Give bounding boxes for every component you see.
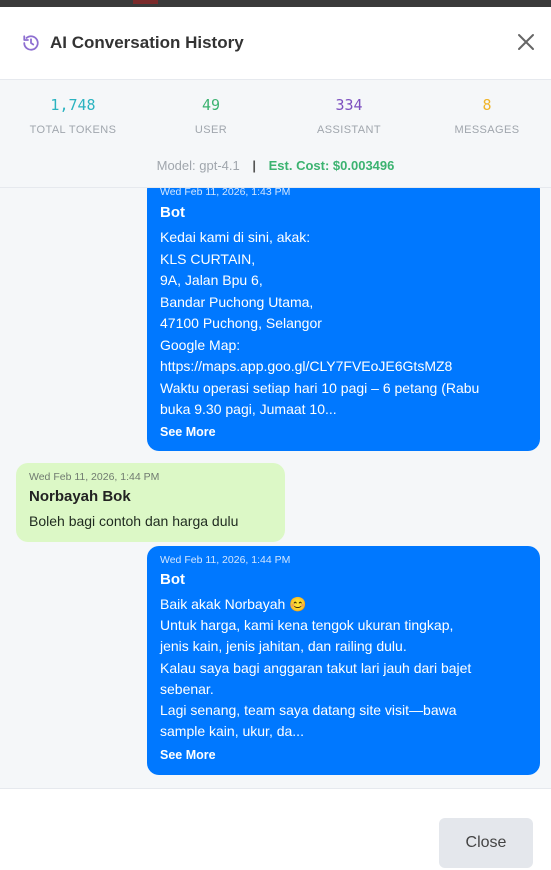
message-line: Untuk harga, kami kena tengok ukuran tin… <box>160 617 454 633</box>
message-line: https://maps.app.goo.gl/CLY7FVEoJE6GtsMZ… <box>160 358 453 374</box>
message-line: Google Map: <box>160 337 241 353</box>
token-stats-panel: 1,748 TOTAL TOKENS 49 USER 334 ASSISTANT… <box>0 80 551 188</box>
message-sender: Bot <box>160 571 185 588</box>
stat-value: 8 <box>482 96 492 114</box>
message-line: Lagi senang, team saya datang site visit… <box>160 702 457 718</box>
stat-messages: 8 MESSAGES <box>418 94 551 136</box>
stat-label: TOTAL TOKENS <box>29 124 117 136</box>
estimated-cost: Est. Cost: $0.003496 <box>268 158 395 173</box>
stat-label: USER <box>194 124 228 136</box>
backdrop-mark <box>133 0 158 4</box>
user-message-bubble: Wed Feb 11, 2026, 1:44 PM Norbayah Bok B… <box>16 463 285 542</box>
stat-label: ASSISTANT <box>317 124 381 136</box>
message-line: sample kain, ukur, da... <box>160 723 304 739</box>
message-sender: Bot <box>160 204 185 221</box>
message-line: Kedai kami di sini, akak: <box>160 229 311 245</box>
see-more-link[interactable]: See More <box>160 748 216 762</box>
stat-user-tokens: 49 USER <box>142 94 280 136</box>
message-timestamp: Wed Feb 11, 2026, 1:43 PM <box>160 188 291 198</box>
message-line: Baik akak Norbayah 😊 <box>160 596 307 612</box>
stat-value: 49 <box>201 96 221 114</box>
meta-separator: | <box>252 158 256 173</box>
bot-message-bubble: Wed Feb 11, 2026, 1:43 PM Bot Kedai kami… <box>147 188 540 451</box>
message-line: jenis kain, jenis jahitan, dan railing d… <box>160 638 407 654</box>
bot-message-bubble: Wed Feb 11, 2026, 1:44 PM Bot Baik akak … <box>147 546 540 775</box>
message-sender: Norbayah Bok <box>29 488 131 505</box>
chat-scroll-area[interactable]: Wed Feb 11, 2026, 1:43 PM Bot Kedai kami… <box>0 188 551 789</box>
stat-total-tokens: 1,748 TOTAL TOKENS <box>4 94 142 136</box>
message-line: KLS CURTAIN, <box>160 251 256 267</box>
modal-title: AI Conversation History <box>50 33 244 52</box>
message-line: Waktu operasi setiap hari 10 pagi – 6 pe… <box>160 380 480 396</box>
see-more-link[interactable]: See More <box>160 425 216 439</box>
message-line: Kalau saya bagi anggaran takut lari jauh… <box>160 660 472 676</box>
message-line: 47100 Puchong, Selangor <box>160 315 322 331</box>
conversation-history-modal: AI Conversation History 1,748 TOTAL TOKE… <box>0 7 551 870</box>
model-cost-line: Model: gpt-4.1 | Est. Cost: $0.003496 <box>0 158 551 173</box>
message-line: Boleh bagi contoh dan harga dulu <box>29 513 239 529</box>
close-icon[interactable] <box>515 31 537 53</box>
close-button[interactable]: Close <box>439 818 533 868</box>
stat-value: 334 <box>335 96 363 114</box>
page-backdrop <box>0 0 551 7</box>
message-timestamp: Wed Feb 11, 2026, 1:44 PM <box>160 554 291 566</box>
message-line: buka 9.30 pagi, Jumaat 10... <box>160 401 337 417</box>
stat-assistant-tokens: 334 ASSISTANT <box>280 94 418 136</box>
history-icon <box>22 33 42 53</box>
message-line: Bandar Puchong Utama, <box>160 294 314 310</box>
stat-value: 1,748 <box>50 96 96 114</box>
modal-header: AI Conversation History <box>0 7 551 80</box>
stat-label: MESSAGES <box>454 124 520 136</box>
modal-footer: Close <box>0 789 551 870</box>
model-label: Model: gpt-4.1 <box>156 158 240 173</box>
message-line: 9A, Jalan Bpu 6, <box>160 272 263 288</box>
message-timestamp: Wed Feb 11, 2026, 1:44 PM <box>29 471 160 483</box>
message-line: sebenar. <box>160 681 214 697</box>
